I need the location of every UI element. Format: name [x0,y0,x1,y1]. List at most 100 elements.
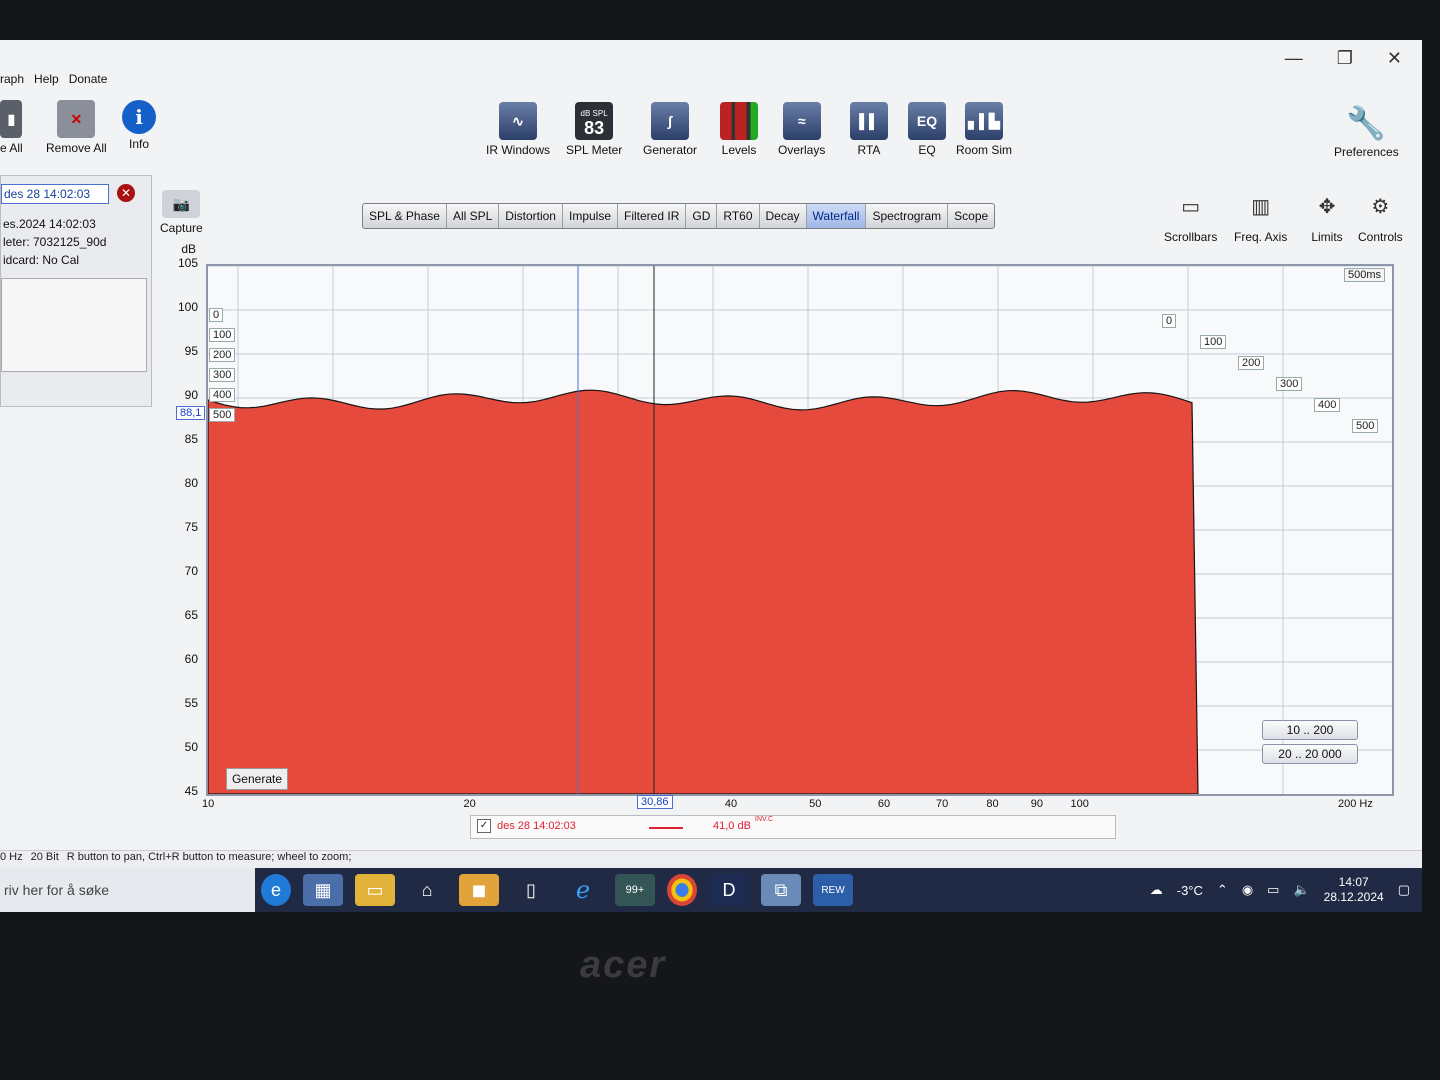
freq-range-button[interactable]: 10 .. 200 [1262,720,1358,740]
y-axis-unit: dB [181,242,196,256]
taskbar-search[interactable]: riv her for å søke [0,868,255,912]
tab-waterfall[interactable]: Waterfall [806,204,867,228]
time-tick: 0 [1162,314,1177,328]
remove-measurement-icon[interactable]: ✕ [117,184,135,202]
tab-filtered-ir[interactable]: Filtered IR [618,204,687,228]
d-app-icon[interactable]: D [709,874,749,906]
freq-range-full-button[interactable]: 20 .. 20 000 [1262,744,1358,764]
freq-axis-button[interactable]: ▥ Freq. Axis [1234,190,1287,245]
tab-all-spl[interactable]: All SPL [447,204,500,228]
status-hint: R button to pan, Ctrl+R button to measur… [66,851,352,863]
save-all-button[interactable]: ▮ e All [0,100,23,155]
controls-button[interactable]: ⚙ Controls [1358,190,1403,245]
generator-icon: ∫ [651,102,690,140]
legend-name: des 28 14:02:03 [497,820,576,832]
wrench-icon: 🔧 [1346,105,1387,141]
limits-button[interactable]: ✥ Limits [1306,190,1348,245]
info-icon: i [122,100,156,134]
time-tick: 500 [209,408,236,422]
tab-scope[interactable]: Scope [948,204,994,228]
remove-all-button[interactable]: ✕ Remove All [46,100,107,155]
menu-donate[interactable]: Donate [69,70,108,92]
time-tick: 200 [1238,356,1265,370]
legend-swatch [649,827,683,829]
rta-button[interactable]: ▌▌ RTA [850,102,888,157]
file-explorer-icon[interactable]: ▭ [355,874,395,906]
mail-icon[interactable]: 99+ [615,874,655,906]
room-sim-button[interactable]: ▖▌▙ Room Sim [956,102,1012,157]
edge-icon[interactable]: e [261,874,291,906]
preferences-button[interactable]: 🔧 Preferences [1334,104,1399,159]
time-tick: 400 [209,388,236,402]
record-icon[interactable]: ◉ [1242,882,1253,898]
eq-icon: EQ [908,102,946,140]
levels-button[interactable]: Levels [720,102,758,157]
weather-icon[interactable]: ☁ [1150,882,1163,898]
network-icon[interactable]: ⧉ [761,874,801,906]
capture-button[interactable]: 📷 Capture [160,190,203,235]
minimize-button[interactable]: — [1285,48,1303,69]
y-tick: 90 [184,388,198,402]
graph-tabs: SPL & Phase All SPL Distortion Impulse F… [362,203,996,229]
battery-icon[interactable]: ▭ [1267,882,1279,898]
scrollbars-icon: ▭ [1181,195,1201,218]
document-icon[interactable]: ▯ [511,874,551,906]
tab-spectrogram[interactable]: Spectrogram [866,204,949,228]
cursor-freq-readout: 30,86 [637,795,673,809]
scrollbars-button[interactable]: ▭ Scrollbars [1164,190,1217,245]
internet-explorer-icon[interactable]: ℯ [563,874,603,906]
limits-icon: ✥ [1318,195,1336,218]
y-tick: 60 [184,652,198,666]
chrome-icon[interactable] [667,874,697,906]
y-tick: 105 [177,256,198,270]
store-icon[interactable]: ▦ [303,874,343,906]
tab-impulse[interactable]: Impulse [563,204,619,228]
measurement-date: es.2024 14:02:03 [3,217,96,231]
info-button[interactable]: i Info [122,100,156,151]
y-tick: 75 [184,520,198,534]
legend-sup: INV.C [755,816,774,823]
tab-rt60[interactable]: RT60 [717,204,760,228]
chevron-up-icon[interactable]: ⌃ [1217,882,1228,898]
x-tick: 100 [1070,798,1089,810]
status-freq: 0 Hz [0,851,23,863]
legend-checkbox[interactable]: ✓ [477,819,491,833]
time-tick: 100 [209,328,236,342]
time-tick: 200 [209,348,236,362]
home-icon[interactable]: ⌂ [407,874,447,906]
status-bits: 20 Bit [30,851,59,863]
generate-button[interactable]: Generate [226,768,288,790]
restore-button[interactable]: ❐ [1337,48,1353,69]
menu-graph[interactable]: raph [0,70,24,92]
eq-button[interactable]: EQ EQ [908,102,946,157]
close-button[interactable]: ✕ [1387,48,1402,69]
notifications-icon[interactable]: ▢ [1398,882,1410,898]
laptop-brand: acer [580,944,667,986]
menu-help[interactable]: Help [34,70,59,92]
tab-gd[interactable]: GD [686,204,718,228]
ir-windows-button[interactable]: ∿ IR Windows [486,102,550,157]
rew-icon[interactable]: REW [813,874,853,906]
tab-decay[interactable]: Decay [760,204,807,228]
x-axis-max-label: 200 Hz [1338,798,1373,810]
measurement-name[interactable]: des 28 14:02:03 [1,184,109,204]
gear-icon: ⚙ [1371,195,1390,218]
tab-spl-phase[interactable]: SPL & Phase [363,204,447,228]
speaker-icon[interactable]: 🔈 [1293,882,1309,898]
freq-axis-icon: ▥ [1251,195,1271,218]
x-tick: 20 [463,798,476,810]
generator-button[interactable]: ∫ Generator [643,102,697,157]
weather-temp: -3°C [1176,882,1203,898]
x-tick: 80 [986,798,999,810]
clock[interactable]: 14:07 28.12.2024 [1324,875,1384,905]
overlays-button[interactable]: ≈ Overlays [778,102,825,157]
spl-meter-button[interactable]: dB SPL 83 SPL Meter [566,102,622,157]
app-icon[interactable]: ◼ [459,874,499,906]
tab-distortion[interactable]: Distortion [499,204,563,228]
measurement-soundcard: idcard: No Cal [3,253,80,267]
y-tick: 55 [184,696,198,710]
overlays-icon: ≈ [782,102,821,140]
notes-box[interactable] [1,278,147,372]
levels-icon [720,102,758,140]
taskbar: riv her for å søke e ▦ ▭ ⌂ ◼ ▯ ℯ 99+ D ⧉… [0,868,1422,912]
